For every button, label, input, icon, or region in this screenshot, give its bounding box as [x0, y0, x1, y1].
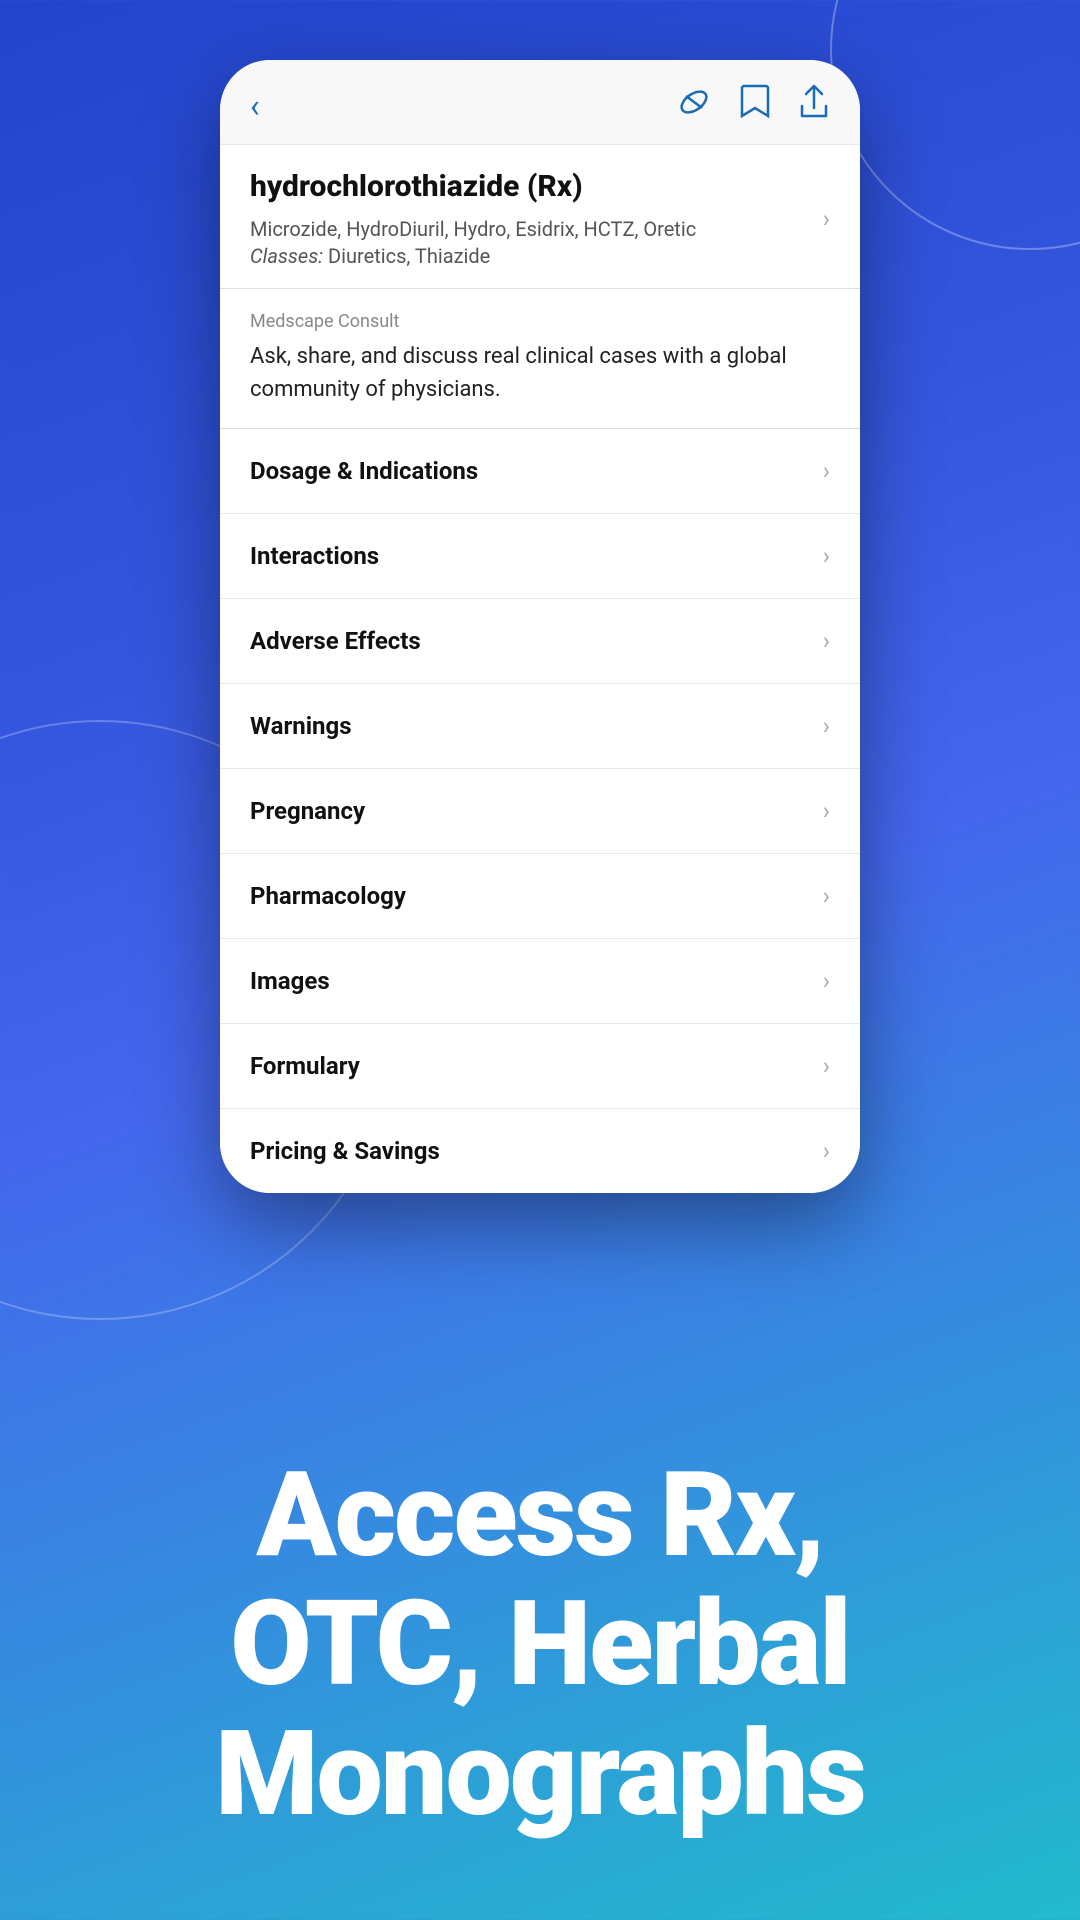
menu-item-chevron-dosage: ›	[823, 457, 830, 485]
menu-item-label-pharmacology: Pharmacology	[250, 882, 406, 910]
menu-item-label-dosage: Dosage & Indications	[250, 457, 478, 485]
menu-list: Dosage & Indications›Interactions›Advers…	[220, 429, 860, 1193]
topbar-icons	[676, 84, 830, 128]
drug-header[interactable]: hydrochlorothiazide (Rx) Microzide, Hydr…	[220, 145, 860, 289]
menu-item-adverse-effects[interactable]: Adverse Effects ›	[220, 599, 860, 684]
classes-label: Classes:	[250, 244, 323, 268]
phone-mockup: ‹	[220, 60, 860, 1193]
menu-item-chevron-pricing: ›	[823, 1137, 830, 1165]
menu-item-warnings[interactable]: Warnings ›	[220, 684, 860, 769]
consult-section: Medscape Consult Ask, share, and discuss…	[220, 289, 860, 429]
bookmark-icon[interactable]	[740, 84, 770, 128]
phone-topbar: ‹	[220, 60, 860, 145]
menu-item-chevron-adverse-effects: ›	[823, 627, 830, 655]
drug-aliases: Microzide, HydroDiuril, Hydro, Esidrix, …	[250, 214, 807, 244]
bottom-heading-line1: Access Rx, OTC, Herbal Monographs	[80, 1451, 1000, 1840]
drug-header-chevron: ›	[823, 205, 830, 233]
menu-item-chevron-images: ›	[823, 967, 830, 995]
classes-value: Diuretics, Thiazide	[328, 244, 490, 268]
menu-item-formulary[interactable]: Formulary ›	[220, 1024, 860, 1109]
menu-item-interactions[interactable]: Interactions ›	[220, 514, 860, 599]
consult-text: Ask, share, and discuss real clinical ca…	[250, 340, 830, 406]
menu-item-label-warnings: Warnings	[250, 712, 352, 740]
menu-item-pharmacology[interactable]: Pharmacology ›	[220, 854, 860, 939]
pill-icon[interactable]	[676, 84, 712, 128]
menu-item-chevron-pharmacology: ›	[823, 882, 830, 910]
menu-item-label-pricing: Pricing & Savings	[250, 1137, 440, 1165]
menu-item-pregnancy[interactable]: Pregnancy ›	[220, 769, 860, 854]
menu-item-chevron-pregnancy: ›	[823, 797, 830, 825]
menu-item-chevron-warnings: ›	[823, 712, 830, 740]
menu-item-label-pregnancy: Pregnancy	[250, 797, 365, 825]
menu-item-chevron-formulary: ›	[823, 1052, 830, 1080]
menu-item-label-formulary: Formulary	[250, 1052, 360, 1080]
menu-item-label-interactions: Interactions	[250, 542, 379, 570]
consult-label: Medscape Consult	[250, 311, 830, 332]
drug-info: hydrochlorothiazide (Rx) Microzide, Hydr…	[250, 169, 807, 268]
back-button[interactable]: ‹	[250, 90, 260, 122]
phone-screen: ‹	[220, 60, 860, 1193]
bottom-text-block: Access Rx, OTC, Herbal Monographs	[0, 1451, 1080, 1840]
share-icon[interactable]	[798, 84, 830, 128]
menu-item-dosage[interactable]: Dosage & Indications ›	[220, 429, 860, 514]
menu-item-label-images: Images	[250, 967, 330, 995]
menu-item-label-adverse-effects: Adverse Effects	[250, 627, 421, 655]
bg-curve-top	[830, 0, 1080, 250]
drug-name: hydrochlorothiazide (Rx)	[250, 169, 807, 204]
drug-classes: Classes: Diuretics, Thiazide	[250, 244, 807, 268]
menu-item-pricing[interactable]: Pricing & Savings ›	[220, 1109, 860, 1193]
menu-item-images[interactable]: Images ›	[220, 939, 860, 1024]
menu-item-chevron-interactions: ›	[823, 542, 830, 570]
